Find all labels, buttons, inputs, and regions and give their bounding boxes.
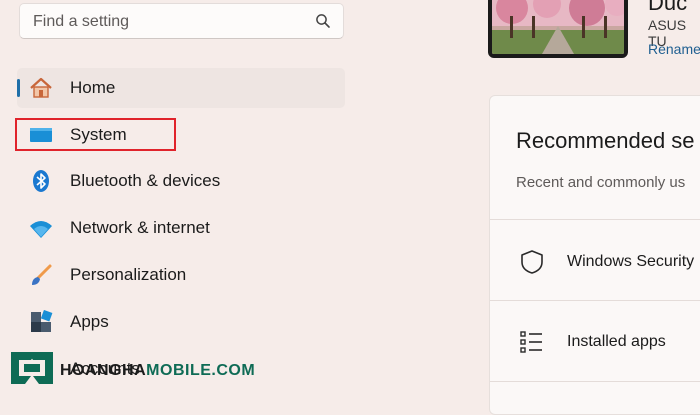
sidebar-item-label: Home bbox=[70, 78, 116, 97]
wifi-icon bbox=[29, 216, 53, 240]
sidebar-item-bluetooth[interactable]: Bluetooth & devices bbox=[17, 161, 345, 201]
sidebar-item-personalization[interactable]: Personalization bbox=[17, 255, 345, 295]
device-wallpaper-thumbnail bbox=[488, 0, 628, 58]
divider bbox=[490, 300, 700, 301]
home-icon bbox=[29, 76, 53, 100]
sidebar-item-network[interactable]: Network & internet bbox=[17, 208, 345, 248]
paintbrush-icon bbox=[29, 263, 53, 287]
search-input[interactable]: Find a setting bbox=[33, 13, 129, 31]
recommended-item-label: Windows Security bbox=[567, 253, 695, 270]
sidebar-item-label: Personalization bbox=[70, 265, 187, 284]
sidebar-item-apps[interactable]: Apps bbox=[17, 302, 345, 342]
sidebar-item-label: Network & internet bbox=[70, 218, 210, 237]
recommended-subtitle: Recent and commonly us bbox=[516, 174, 686, 191]
device-name: Duc bbox=[648, 0, 688, 15]
watermark-suffix: MOBILE.COM bbox=[146, 362, 256, 379]
recommended-item-label: Installed apps bbox=[567, 333, 666, 350]
shield-icon bbox=[519, 249, 545, 275]
divider bbox=[490, 381, 700, 382]
sidebar-item-label: Apps bbox=[70, 312, 109, 331]
list-icon bbox=[519, 329, 545, 355]
apps-icon bbox=[29, 309, 53, 334]
search-icon[interactable] bbox=[315, 13, 331, 34]
active-indicator bbox=[17, 79, 20, 97]
sidebar-item-label: Bluetooth & devices bbox=[70, 171, 221, 190]
rename-link[interactable]: Rename bbox=[648, 41, 700, 57]
recommended-title: Recommended se bbox=[516, 128, 695, 153]
divider bbox=[490, 219, 700, 220]
highlight-box bbox=[15, 118, 176, 151]
watermark-logo-icon bbox=[7, 350, 57, 391]
bluetooth-icon bbox=[29, 169, 53, 193]
watermark-text: HOANGHAMOBILE.COM bbox=[60, 362, 255, 380]
sidebar-item-home[interactable]: Home bbox=[17, 68, 345, 108]
search-box[interactable]: Find a setting bbox=[19, 3, 344, 39]
watermark-prefix: HOANGHA bbox=[60, 362, 147, 379]
